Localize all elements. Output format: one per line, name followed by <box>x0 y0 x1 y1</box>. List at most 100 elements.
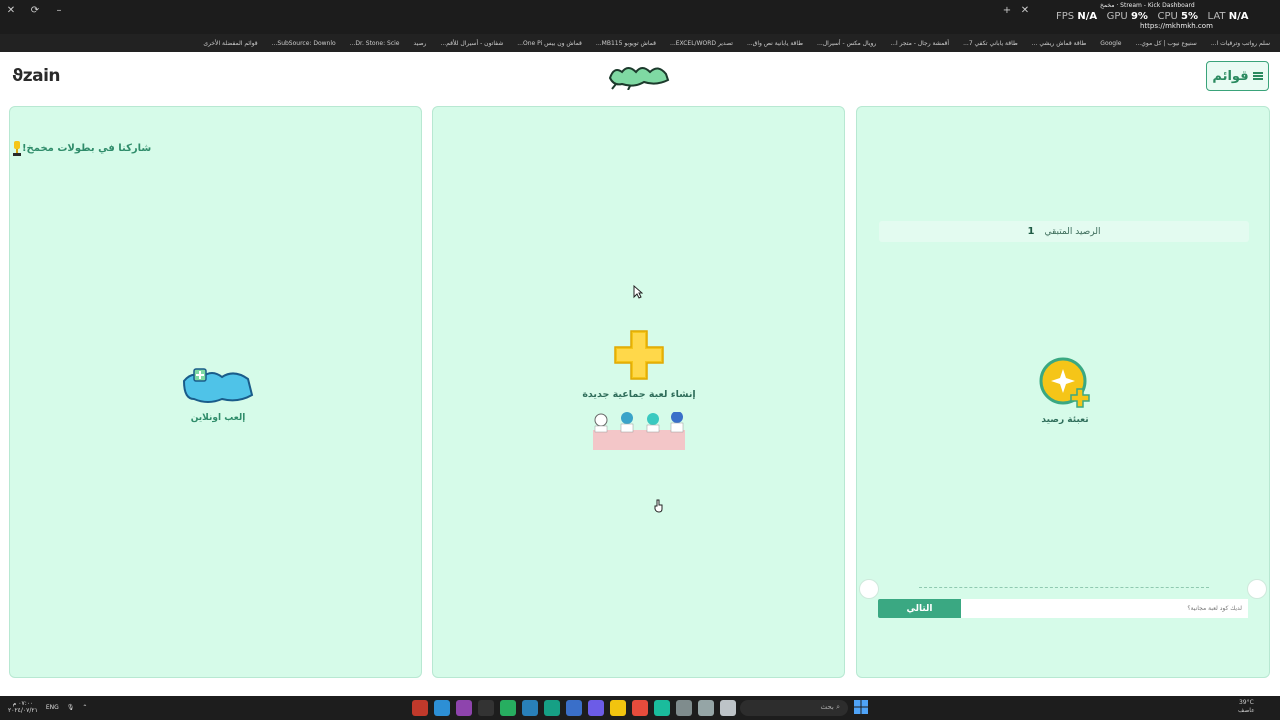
chevron-up-icon[interactable]: ⌃ <box>82 704 87 711</box>
lat-label: LAT <box>1207 11 1226 22</box>
microphone-icon[interactable]: 🎙 <box>67 704 75 711</box>
bookmark-item[interactable]: Google <box>1100 40 1121 47</box>
zain-logo[interactable]: ϑzain <box>12 66 61 86</box>
balance-label: الرصيد المتبقي <box>1044 226 1101 237</box>
gpu-value: 9% <box>1130 11 1148 22</box>
balance-display: 1 الرصيد المتبقي <box>879 221 1249 242</box>
clock-time: ٠٧:٠٠ م <box>12 700 34 707</box>
close-icon[interactable]: ✕ <box>4 4 18 18</box>
bookmark-item[interactable]: رصيد <box>414 40 427 47</box>
ticket-notch-right <box>1247 579 1267 599</box>
bookmark-item[interactable]: أقمشة رجال - متجر ا... <box>890 40 949 47</box>
ticket-divider <box>919 587 1209 588</box>
search-placeholder: بحث <box>820 703 834 711</box>
app-icon-13[interactable] <box>676 700 692 716</box>
close-tab-icon[interactable]: ✕ <box>1018 4 1032 18</box>
app-icon-15[interactable] <box>720 700 736 716</box>
cpu-value: 5% <box>1181 11 1198 22</box>
topup-icon <box>1039 357 1090 408</box>
url-bar[interactable]: https://mkhmkh.com <box>1140 22 1213 30</box>
performance-overlay: FPS N/A GPU 9% CPU 5% LAT N/A <box>1056 11 1248 22</box>
hamburger-icon <box>1252 72 1263 80</box>
bookmark-item[interactable]: طاقة قماش ريشي ... <box>1032 40 1087 47</box>
refresh-icon[interactable]: ⟳ <box>28 4 42 18</box>
create-game-card[interactable]: إنشاء لعبة جماعية جديدة <box>573 329 705 454</box>
page-content: ϑzain قوائم شاركنا في بطولات مخمخ! إلعب … <box>0 52 1280 696</box>
bookmark-item[interactable]: قماش ون بيس One Pi... <box>517 40 582 47</box>
next-button[interactable]: التالي <box>878 599 961 618</box>
fps-value: N/A <box>1077 11 1098 22</box>
play-online-card[interactable]: إلعب اونلاين <box>174 367 262 423</box>
create-game-label: إنشاء لعبة جماعية جديدة <box>582 389 696 400</box>
bookmark-item[interactable]: شفاتون - أسيرال للأقم... <box>440 40 503 47</box>
promo-code-input[interactable] <box>961 599 1248 618</box>
app-icon-14[interactable] <box>698 700 714 716</box>
bookmark-item[interactable]: طاقة ياباني تكفي 7... <box>963 40 1018 47</box>
windows-start-icon[interactable] <box>854 700 868 714</box>
clock[interactable]: ٠٧:٠٠ م ٢٠٢٤/٠٧/٢١ <box>8 700 38 714</box>
search-icon: ⌕ <box>836 703 840 711</box>
lat-value: N/A <box>1228 11 1249 22</box>
bookmark-item[interactable]: طاقة يابانية نص واق... <box>747 40 803 47</box>
play-online-label: إلعب اونلاين <box>190 413 246 423</box>
ticket-notch-left <box>859 579 879 599</box>
cpu-label: CPU <box>1157 11 1178 22</box>
topup-label: تعبئة رصيد <box>1041 415 1089 425</box>
app-icon-7[interactable] <box>544 700 560 716</box>
topup-card[interactable]: تعبئة رصيد <box>1025 357 1105 425</box>
app-icon-9[interactable] <box>588 700 604 716</box>
mkhmkh-logo[interactable] <box>606 60 672 90</box>
fps-label: FPS <box>1056 11 1075 22</box>
promo-code-form: التالي <box>878 599 1248 618</box>
play-online-icon <box>182 368 254 403</box>
balance-panel: 1 الرصيد المتبقي تعبئة رصيد التالي <box>856 106 1270 678</box>
file-explorer-icon[interactable] <box>610 700 626 716</box>
taskbar-search[interactable]: ⌕ بحث <box>740 700 848 716</box>
mouse-pointer-icon <box>633 285 643 299</box>
tab-site-label: مخمخ <box>1100 2 1115 9</box>
bookmark-item[interactable]: SubSource: Downlo... <box>272 40 336 47</box>
tournaments-panel: شاركنا في بطولات مخمخ! إلعب اونلاين <box>9 106 422 678</box>
weather-desc: عاصف <box>1238 707 1255 714</box>
menu-label: قوائم <box>1212 68 1249 84</box>
new-tab-icon[interactable]: + <box>1000 4 1014 18</box>
trophy-icon <box>13 141 21 156</box>
weather-widget[interactable]: 39°C عاصف <box>1238 699 1255 715</box>
app-icon-8[interactable] <box>566 700 582 716</box>
system-tray: ٠٧:٠٠ م ٢٠٢٤/٠٧/٢١ ENG 🎙 ⌃ <box>8 700 87 714</box>
taskbar-apps <box>412 700 736 716</box>
bookmarks-bar: سلم رواتب وترقيات ا... سنيوع نيوب | كل مو… <box>0 34 1280 52</box>
app-icon-12[interactable] <box>654 700 670 716</box>
bookmark-item[interactable]: سنيوع نيوب | كل موي... <box>1135 40 1196 47</box>
bookmark-item[interactable]: قماش تويوبو MB115... <box>596 40 656 47</box>
create-game-panel: إنشاء لعبة جماعية جديدة <box>432 106 845 678</box>
menu-button[interactable]: قوائم <box>1206 61 1269 91</box>
app-icon-6[interactable] <box>522 700 538 716</box>
chrome-icon[interactable] <box>632 700 648 716</box>
tab-title: Stream - Kick Dashboard <box>1120 2 1195 9</box>
hand-pointer-icon <box>654 499 663 513</box>
windows-taskbar: ٠٧:٠٠ م ٢٠٢٤/٠٧/٢١ ENG 🎙 ⌃ ⌕ بحث 39°C عا… <box>0 696 1280 720</box>
players-illustration-icon <box>593 411 685 450</box>
minimize-icon[interactable]: – <box>52 4 66 18</box>
app-icon-5[interactable] <box>500 700 516 716</box>
bookmark-item[interactable]: رويال مكس - أسيرال... <box>817 40 876 47</box>
balance-value: 1 <box>1027 226 1035 237</box>
bookmark-item[interactable]: قوائم المفضلة الأخرى <box>203 40 257 47</box>
bookmark-item[interactable]: Dr. Stone: Scie... <box>350 40 400 47</box>
tournament-link[interactable]: شاركنا في بطولات مخمخ! <box>22 143 151 154</box>
plus-icon <box>614 330 664 380</box>
app-icon-1[interactable] <box>412 700 428 716</box>
gpu-label: GPU <box>1106 11 1128 22</box>
weather-temp: 39°C <box>1238 699 1254 706</box>
language-indicator[interactable]: ENG <box>46 704 59 711</box>
app-icon-2[interactable] <box>434 700 450 716</box>
clock-date: ٢٠٢٤/٠٧/٢١ <box>8 707 38 714</box>
bookmark-item[interactable]: سلم رواتب وترقيات ا... <box>1211 40 1270 47</box>
bookmark-item[interactable]: تصدير EXCEL/WORD... <box>670 40 733 47</box>
app-icon-4[interactable] <box>478 700 494 716</box>
zain-logo-text: zain <box>22 66 61 86</box>
zain-logo-mark: ϑ <box>12 66 23 86</box>
app-icon-3[interactable] <box>456 700 472 716</box>
browser-titlebar: ✕ ⟳ – + ✕ مخمخ · Stream - Kick Dashboard… <box>0 0 1280 34</box>
